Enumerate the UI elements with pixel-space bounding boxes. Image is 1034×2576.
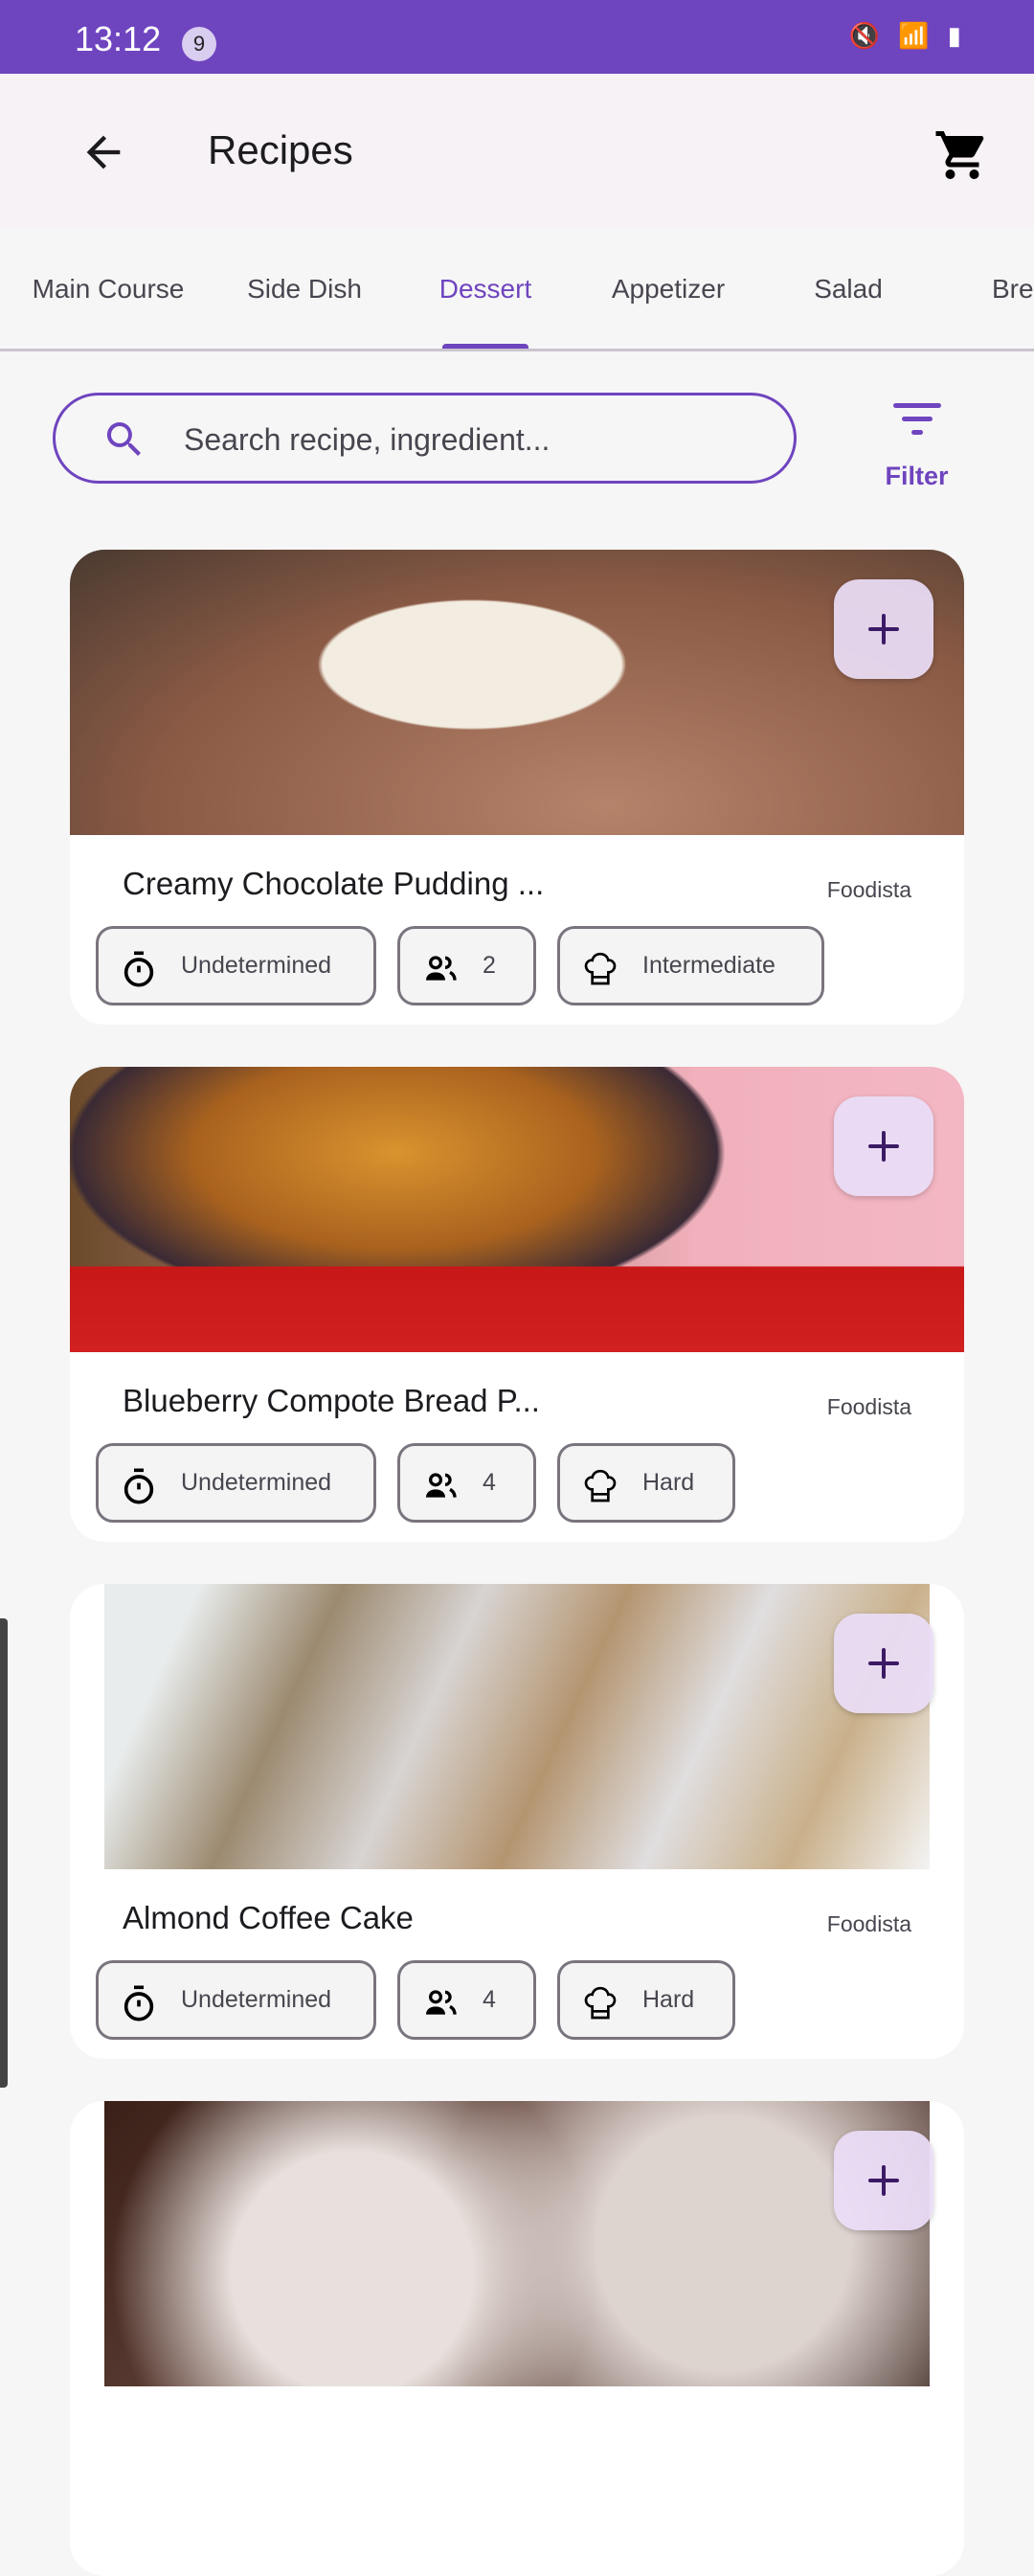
plus-icon xyxy=(868,1648,899,1679)
tab-appetizer[interactable]: Appetizer xyxy=(612,274,725,305)
time-chip: Undetermined xyxy=(96,926,376,1006)
app-bar: Recipes xyxy=(0,74,1034,230)
difficulty-chip: Intermediate xyxy=(557,926,824,1006)
time-chip: Undetermined xyxy=(96,1443,376,1523)
time-value: Undetermined xyxy=(181,1469,332,1496)
difficulty-value: Hard xyxy=(642,1469,695,1496)
timer-icon xyxy=(124,951,154,987)
chef-hat-icon xyxy=(584,952,617,985)
recipe-source: Foodista xyxy=(826,1394,911,1419)
servings-chip: 4 xyxy=(397,1960,536,2040)
filter-icon xyxy=(892,403,941,435)
add-recipe-button[interactable] xyxy=(834,1096,933,1196)
search-placeholder: Search recipe, ingredient... xyxy=(184,422,551,457)
recipe-card[interactable]: Almond Coffee Cake Foodista Undetermined… xyxy=(70,1584,964,2059)
category-tabs: Main Course Side Dish Dessert Appetizer … xyxy=(0,230,1034,351)
recipe-title: Blueberry Compote Bread P... xyxy=(123,1383,540,1418)
tab-salad[interactable]: Salad xyxy=(814,274,883,305)
recipe-title: Almond Coffee Cake xyxy=(123,1900,414,1935)
recipe-card[interactable]: Blueberry Compote Bread P... Foodista Un… xyxy=(70,1067,964,1542)
plus-icon xyxy=(868,614,899,644)
difficulty-chip: Hard xyxy=(557,1443,735,1523)
recipe-source: Foodista xyxy=(826,877,911,902)
people-icon xyxy=(426,956,457,981)
servings-chip: 2 xyxy=(397,926,536,1006)
recipe-image xyxy=(70,550,964,835)
people-icon xyxy=(426,1990,457,2015)
search-icon xyxy=(106,422,141,456)
cart-icon[interactable] xyxy=(933,126,991,184)
recipe-title: Creamy Chocolate Pudding ... xyxy=(123,866,545,901)
difficulty-value: Intermediate xyxy=(642,952,776,979)
servings-chip: 4 xyxy=(397,1443,536,1523)
recipe-card[interactable]: Creamy Chocolate Pudding ... Foodista Un… xyxy=(70,550,964,1025)
servings-value: 4 xyxy=(483,1469,496,1496)
tab-indicator xyxy=(442,344,528,349)
recipe-image xyxy=(104,1584,930,1869)
recipe-image xyxy=(104,2101,930,2386)
filter-button[interactable]: Filter xyxy=(871,388,962,493)
timer-icon xyxy=(124,1468,154,1504)
time-value: Undetermined xyxy=(181,952,332,979)
arrow-back-icon[interactable] xyxy=(79,127,128,177)
status-icons: 🔇 📶 ▮ xyxy=(848,21,967,50)
search-input[interactable]: Search recipe, ingredient... xyxy=(53,393,797,484)
recipe-source: Foodista xyxy=(826,1911,911,1936)
time-value: Undetermined xyxy=(181,1986,332,2013)
servings-value: 2 xyxy=(483,952,496,979)
tab-side-dish[interactable]: Side Dish xyxy=(247,274,362,305)
page-title: Recipes xyxy=(208,127,353,172)
recipe-card[interactable] xyxy=(70,2101,964,2576)
people-icon xyxy=(426,1473,457,1498)
servings-value: 4 xyxy=(483,1986,496,2013)
difficulty-value: Hard xyxy=(642,1986,695,2013)
status-time: 13:12 xyxy=(75,19,162,58)
tab-breakfast[interactable]: Bre xyxy=(992,274,1034,305)
add-recipe-button[interactable] xyxy=(834,2131,933,2230)
scrollbar[interactable] xyxy=(0,1618,8,2088)
plus-icon xyxy=(868,2165,899,2196)
chef-hat-icon xyxy=(584,1986,617,2020)
plus-icon xyxy=(868,1131,899,1162)
difficulty-chip: Hard xyxy=(557,1960,735,2040)
time-chip: Undetermined xyxy=(96,1960,376,2040)
recipe-image xyxy=(70,1067,964,1352)
filter-label: Filter xyxy=(885,462,949,490)
chef-hat-icon xyxy=(584,1469,617,1503)
tab-dessert[interactable]: Dessert xyxy=(439,274,531,305)
notification-count-badge: 9 xyxy=(182,27,216,61)
add-recipe-button[interactable] xyxy=(834,579,933,679)
timer-icon xyxy=(124,1985,154,2022)
tab-main-course[interactable]: Main Course xyxy=(33,274,185,305)
status-bar: 13:12 9 🔇 📶 ▮ xyxy=(0,0,1034,74)
add-recipe-button[interactable] xyxy=(834,1614,933,1713)
